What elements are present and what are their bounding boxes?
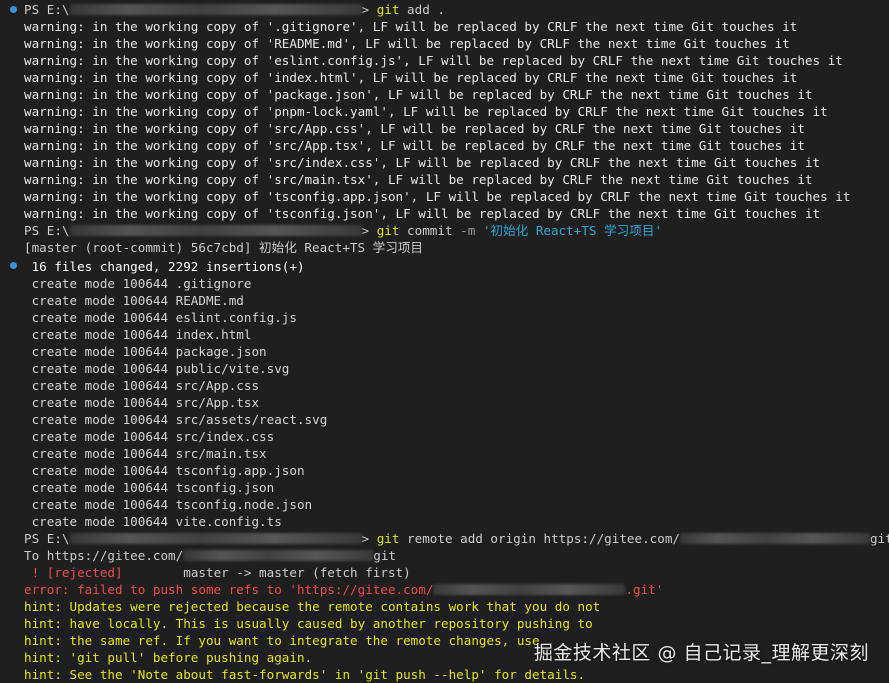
warning-line: warning: in the working copy of 'eslint.… — [24, 53, 843, 68]
command-name: git — [376, 2, 400, 17]
command-name: git — [376, 223, 400, 238]
warning-line: warning: in the working copy of 'README.… — [24, 36, 790, 51]
hint-line: hint: Updates were rejected because the … — [24, 599, 601, 614]
redacted-repo-path — [433, 584, 626, 595]
create-mode-line: create mode 100644 src/App.css — [24, 378, 260, 393]
prompt-arrow: > — [361, 2, 370, 17]
redacted-path — [69, 225, 362, 236]
redacted-path — [69, 4, 362, 15]
create-mode-line: create mode 100644 tsconfig.app.json — [24, 463, 305, 478]
prompt-arrow: > — [361, 223, 370, 238]
warning-line: warning: in the working copy of 'tsconfi… — [24, 206, 821, 221]
command-args-suffix: git — [870, 531, 889, 546]
warning-line: warning: in the working copy of 'src/mai… — [24, 172, 813, 187]
prompt-prefix: PS E:\ — [24, 531, 70, 546]
prompt-line-git-commit: PS E:\ > git commit -m '初始化 React+TS 学习项目… — [24, 222, 662, 239]
prompt-prefix: PS E:\ — [24, 223, 70, 238]
redacted-repo-path — [183, 550, 374, 561]
commit-summary: [master (root-commit) 56c7cbd] 初始化 React… — [24, 240, 424, 255]
prompt-arrow: > — [361, 531, 370, 546]
rejected-line: ! [rejected] master -> master (fetch fir… — [24, 564, 411, 581]
rejected-tag: ! [rejected] — [24, 565, 123, 580]
hint-line: hint: the same ref. If you want to integ… — [24, 633, 540, 648]
create-mode-line: create mode 100644 package.json — [24, 344, 267, 359]
command-status-dot[interactable] — [10, 6, 17, 13]
create-mode-line: create mode 100644 index.html — [24, 327, 252, 342]
warning-line: warning: in the working copy of 'tsconfi… — [24, 189, 851, 204]
create-mode-line: create mode 100644 src/assets/react.svg — [24, 412, 328, 427]
create-mode-line: create mode 100644 public/vite.svg — [24, 361, 290, 376]
create-mode-line: create mode 100644 src/index.css — [24, 429, 275, 444]
create-mode-line: create mode 100644 tsconfig.json — [24, 480, 275, 495]
prompt-line-git-remote: PS E:\ > git remote add origin https://gi… — [24, 530, 889, 547]
push-destination-prefix: To https://gitee.com/ — [24, 548, 184, 563]
create-mode-line: create mode 100644 README.md — [24, 293, 244, 308]
command-flag: -m — [460, 223, 476, 238]
error-suffix: .git' — [625, 582, 664, 597]
files-changed-summary: 16 files changed, 2292 insertions(+) — [24, 259, 305, 274]
command-status-dot[interactable] — [10, 262, 17, 269]
hint-line: hint: 'git pull' before pushing again. — [24, 650, 313, 665]
error-prefix: error: failed to push some refs to 'http… — [24, 582, 434, 597]
prompt-prefix: PS E:\ — [24, 2, 70, 17]
warning-line: warning: in the working copy of 'src/App… — [24, 138, 805, 153]
warning-line: warning: in the working copy of 'src/App… — [24, 121, 805, 136]
prompt-line-git-add: PS E:\ > git add . — [24, 1, 445, 18]
create-mode-line: create mode 100644 src/main.tsx — [24, 446, 267, 461]
hint-line: hint: have locally. This is usually caus… — [24, 616, 593, 631]
create-mode-line: create mode 100644 src/App.tsx — [24, 395, 260, 410]
terminal-output[interactable]: PS E:\ > git add . warning: in the workin… — [0, 0, 889, 682]
warning-line: warning: in the working copy of 'src/ind… — [24, 155, 821, 170]
commit-message-arg: '初始化 React+TS 学习项目' — [482, 223, 663, 238]
warning-line: warning: in the working copy of '.gitign… — [24, 19, 798, 34]
command-name: git — [376, 531, 400, 546]
command-args: commit — [407, 223, 453, 238]
command-args: add . — [407, 2, 445, 17]
create-mode-line: create mode 100644 .gitignore — [24, 276, 252, 291]
create-mode-line: create mode 100644 vite.config.ts — [24, 514, 282, 529]
redacted-path — [69, 533, 362, 544]
create-mode-line: create mode 100644 eslint.config.js — [24, 310, 297, 325]
error-line: error: failed to push some refs to 'http… — [24, 581, 663, 598]
warning-line: warning: in the working copy of 'pnpm-lo… — [24, 104, 828, 119]
command-args: remote add origin https://gitee.com/ — [407, 531, 680, 546]
watermark: 掘金技术社区 @ 自己记录_理解更深刻 — [533, 642, 869, 664]
push-destination-suffix: git — [373, 548, 396, 563]
warning-line: warning: in the working copy of 'index.h… — [24, 70, 798, 85]
rejected-detail: master -> master (fetch first) — [122, 565, 411, 580]
create-mode-line: create mode 100644 tsconfig.node.json — [24, 497, 313, 512]
hint-line: hint: See the 'Note about fast-forwards'… — [24, 667, 586, 682]
redacted-repo-path — [680, 533, 870, 544]
push-destination: To https://gitee.com/git — [24, 547, 396, 564]
warning-line: warning: in the working copy of 'package… — [24, 87, 813, 102]
